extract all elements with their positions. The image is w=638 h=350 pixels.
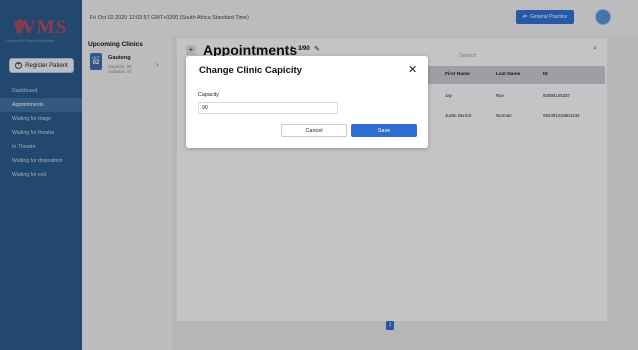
modal-title: Change Clinic Capicity bbox=[199, 65, 302, 76]
close-icon[interactable]: ✕ bbox=[408, 63, 417, 76]
change-capacity-modal: Change Clinic Capicity ✕ Capacity Cancel… bbox=[186, 56, 428, 148]
cancel-button[interactable]: Cancel bbox=[281, 124, 347, 137]
capacity-label: Capacity bbox=[198, 92, 219, 98]
capacity-input[interactable] bbox=[198, 102, 338, 114]
save-button[interactable]: Save bbox=[351, 124, 417, 137]
modal-overlay[interactable] bbox=[0, 0, 638, 350]
